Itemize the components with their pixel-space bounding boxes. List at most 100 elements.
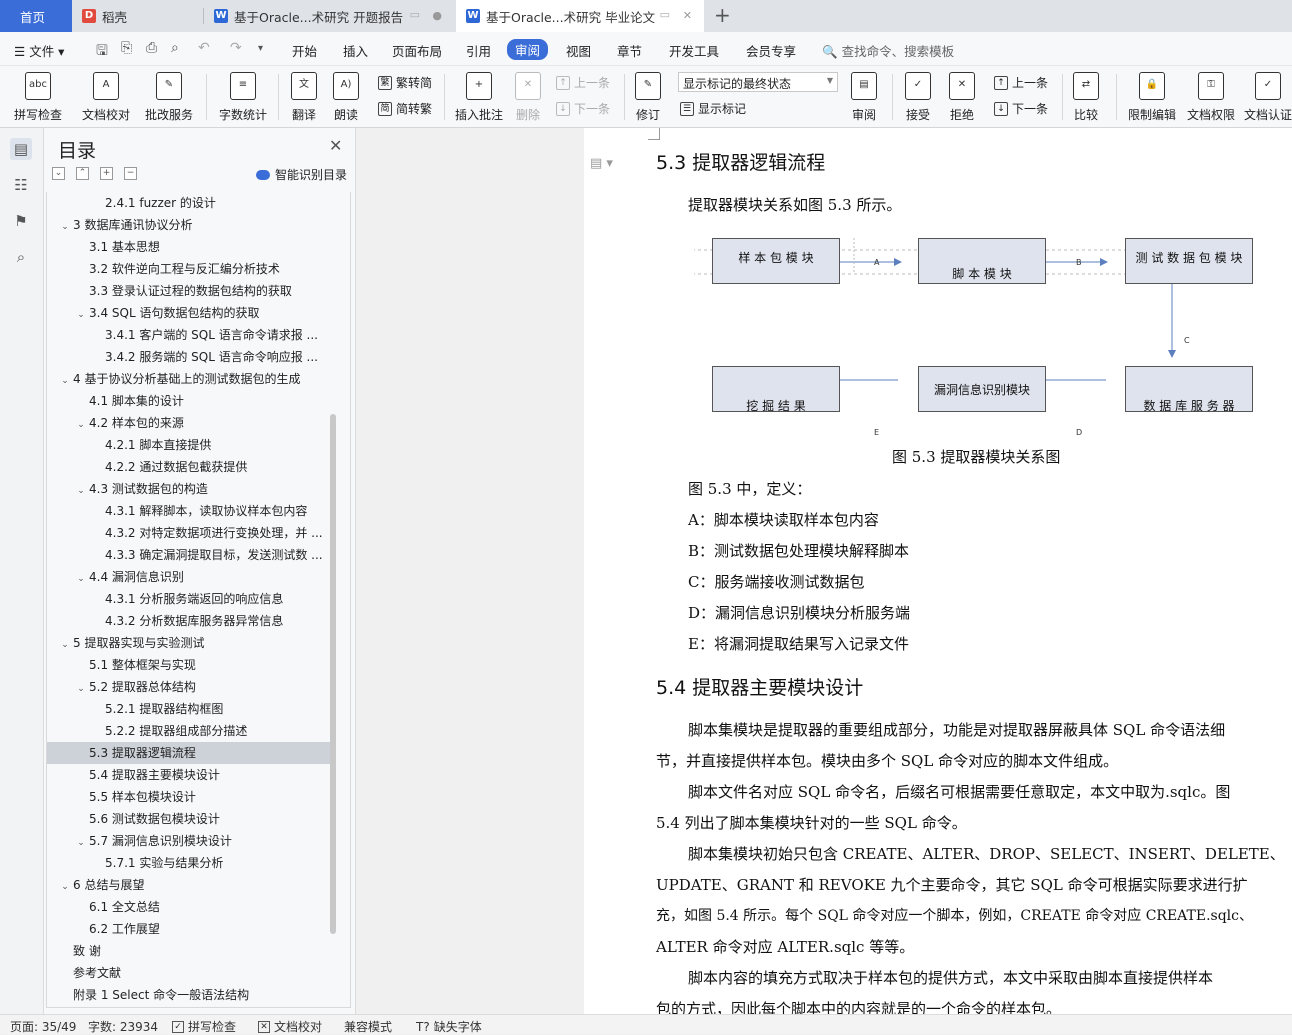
- toc-item[interactable]: ⌄ 5 提取器实现与实验测试: [47, 632, 333, 654]
- doccheck-button[interactable]: A 文档校对: [78, 68, 134, 124]
- close-dot-icon[interactable]: ●: [432, 9, 442, 22]
- toc-item[interactable]: ⌄ 4 基于协议分析基础上的测试数据包的生成: [47, 368, 333, 390]
- toc-item[interactable]: 4.3.1 解释脚本，读取协议样本包内容: [47, 500, 333, 522]
- chevron-down-icon[interactable]: ⌄: [73, 832, 89, 852]
- doc-certify-button[interactable]: ✓ 文档认证: [1244, 68, 1292, 124]
- toc-item[interactable]: 4.3.2 对特定数据项进行变换处理，并 ...: [47, 522, 333, 544]
- print-icon[interactable]: ⎙: [146, 40, 157, 56]
- restrict-edit-button[interactable]: 🔒 限制编辑: [1124, 68, 1180, 124]
- read-aloud-button[interactable]: A) 朗读: [330, 68, 362, 124]
- toc-item[interactable]: ⌄ 4.4 漏洞信息识别: [47, 566, 333, 588]
- menu-developer[interactable]: 开发工具: [669, 41, 719, 60]
- quick-access-dropdown-icon[interactable]: ▾: [258, 43, 263, 54]
- toc-item[interactable]: 附录 1 Select 命令一般语法结构: [47, 984, 333, 1006]
- chevron-down-icon[interactable]: ⌄: [73, 480, 89, 500]
- tab-thesis[interactable]: W 基于Oracle...术研究 毕业论文 ▭ ✕: [456, 0, 704, 32]
- toc-item[interactable]: 6.1 全文总结: [47, 896, 333, 918]
- chevron-down-icon[interactable]: ⌄: [73, 568, 89, 588]
- toc-item[interactable]: 5.5 样本包模块设计: [47, 786, 333, 808]
- review-pane-button[interactable]: ▤ 审阅: [846, 68, 882, 124]
- toc-item[interactable]: 5.4 提取器主要模块设计: [47, 764, 333, 786]
- next-comment-button[interactable]: ↓ 下一条: [556, 100, 610, 117]
- prev-comment-button[interactable]: ↑ 上一条: [556, 74, 610, 91]
- toc-item[interactable]: 4.3.3 确定漏洞提取目标，发送测试数 ...: [47, 544, 333, 566]
- toc-item[interactable]: 4.1 脚本集的设计: [47, 390, 333, 412]
- toc-item[interactable]: ⌄ 6 总结与展望: [47, 874, 333, 896]
- markup-mode-select[interactable]: 显示标记的最终状态 ▼: [678, 72, 838, 92]
- close-icon[interactable]: ✕: [683, 9, 692, 22]
- collapse-all-icon[interactable]: ⌃: [76, 167, 89, 180]
- compare-button[interactable]: ⇄ 比较: [1068, 68, 1104, 124]
- toc-item[interactable]: 3.3 登录认证过程的数据包结构的获取: [47, 280, 333, 302]
- sync-icon[interactable]: ▭: [660, 8, 670, 21]
- bookmark-icon[interactable]: ⚑: [10, 210, 32, 232]
- toc-item[interactable]: 4.2.1 脚本直接提供: [47, 434, 333, 456]
- toc-item[interactable]: ⌄ 5.7 漏洞信息识别模块设计: [47, 830, 333, 852]
- translate-button[interactable]: 文翻译: [286, 68, 322, 124]
- page-indicator[interactable]: 页面: 35/49: [10, 1018, 76, 1035]
- toc-item[interactable]: ⌄ 3.4 SQL 语句数据包结构的获取: [47, 302, 333, 324]
- menu-chapter[interactable]: 章节: [617, 41, 642, 60]
- tab-home[interactable]: 首页: [0, 0, 72, 32]
- toc-item[interactable]: 5.2.2 提取器组成部分描述: [47, 720, 333, 742]
- accept-button[interactable]: ✓ 接受: [900, 68, 936, 124]
- simp-to-trad-button[interactable]: 简简转繁: [378, 100, 432, 117]
- next-change-button[interactable]: ↓ 下一条: [994, 100, 1048, 117]
- save-icon[interactable]: 🖫: [96, 40, 108, 64]
- menu-view[interactable]: 视图: [566, 41, 591, 60]
- tab-proposal[interactable]: W 基于Oracle...术研究 开题报告 ▭ ●: [204, 0, 454, 32]
- expand-all-icon[interactable]: ⌄: [52, 167, 65, 180]
- preview-icon[interactable]: ⌕: [171, 40, 179, 56]
- toc-item[interactable]: 致 谢: [47, 940, 333, 962]
- word-count[interactable]: 字数: 23934: [88, 1018, 158, 1035]
- delete-comment-button[interactable]: ✕ 删除: [510, 68, 546, 124]
- toc-item[interactable]: 2.4.1 fuzzer 的设计: [47, 192, 333, 214]
- paragraph-options-icon[interactable]: ▤ ▾: [590, 156, 613, 171]
- search-icon[interactable]: ⌕: [10, 246, 32, 268]
- menu-references[interactable]: 引用: [466, 41, 491, 60]
- reject-button[interactable]: ✕ 拒绝: [944, 68, 980, 124]
- toc-item[interactable]: 5.1 整体框架与实现: [47, 654, 333, 676]
- toc-item[interactable]: ⌄ 4.2 样本包的来源: [47, 412, 333, 434]
- toc-item[interactable]: 4.2.2 通过数据包截获提供: [47, 456, 333, 478]
- status-spellcheck[interactable]: ✓ 拼写检查: [172, 1018, 236, 1035]
- toc-item[interactable]: 参考文献: [47, 962, 333, 984]
- tab-docer[interactable]: D 稻壳: [72, 0, 204, 32]
- menu-insert[interactable]: 插入: [343, 41, 368, 60]
- chevron-down-icon[interactable]: ⌄: [57, 634, 73, 654]
- menu-member[interactable]: 会员专享: [746, 41, 796, 60]
- undo-icon[interactable]: ↶: [198, 40, 210, 56]
- insert-comment-button[interactable]: + 插入批注: [452, 68, 506, 124]
- toc-item[interactable]: 3.2 软件逆向工程与反汇编分析技术: [47, 258, 333, 280]
- toc-item[interactable]: 5.7.1 实验与结果分析: [47, 852, 333, 874]
- export-icon[interactable]: ⎘: [121, 40, 132, 56]
- command-search[interactable]: 🔍 查找命令、搜索模板: [822, 41, 954, 60]
- spellcheck-button[interactable]: abc 拼写检查: [8, 68, 68, 124]
- toc-item[interactable]: 6.2 工作展望: [47, 918, 333, 940]
- smart-toc-button[interactable]: 智能识别目录: [256, 166, 347, 183]
- chevron-down-icon[interactable]: ⌄: [57, 370, 73, 390]
- show-markup-button[interactable]: ☰ 显示标记: [680, 100, 746, 117]
- remove-item-icon[interactable]: −: [124, 167, 137, 180]
- toc-item[interactable]: 3.4.1 客户端的 SQL 语言命令请求报 ...: [47, 324, 333, 346]
- file-menu[interactable]: ☰ 文件 ▾: [14, 41, 64, 60]
- menu-review[interactable]: 审阅: [507, 39, 549, 60]
- sync-icon[interactable]: ▭: [410, 8, 420, 21]
- doc-permission-button[interactable]: ⚿ 文档权限: [1184, 68, 1238, 124]
- chevron-down-icon[interactable]: ⌄: [73, 678, 89, 698]
- trad-to-simp-button[interactable]: 繁繁转简: [378, 74, 432, 91]
- wordcount-button[interactable]: ≡ 字数统计: [214, 68, 272, 124]
- toc-item[interactable]: 5.3 提取器逻辑流程: [47, 742, 333, 764]
- add-item-icon[interactable]: +: [100, 167, 113, 180]
- chevron-down-icon[interactable]: ⌄: [73, 304, 89, 324]
- toc-item[interactable]: 5.6 测试数据包模块设计: [47, 808, 333, 830]
- batch-service-button[interactable]: ✎ 批改服务: [138, 68, 200, 124]
- menu-start[interactable]: 开始: [292, 41, 317, 60]
- close-icon[interactable]: ✕: [329, 136, 342, 155]
- toc-item[interactable]: 4.3.1 分析服务端返回的响应信息: [47, 588, 333, 610]
- toc-item[interactable]: ⌄ 5.2 提取器总体结构: [47, 676, 333, 698]
- missing-font[interactable]: T? 缺失字体: [416, 1018, 482, 1035]
- chapter-nav-icon[interactable]: ☷: [10, 174, 32, 196]
- prev-change-button[interactable]: ↑ 上一条: [994, 74, 1048, 91]
- chevron-down-icon[interactable]: ⌄: [73, 414, 89, 434]
